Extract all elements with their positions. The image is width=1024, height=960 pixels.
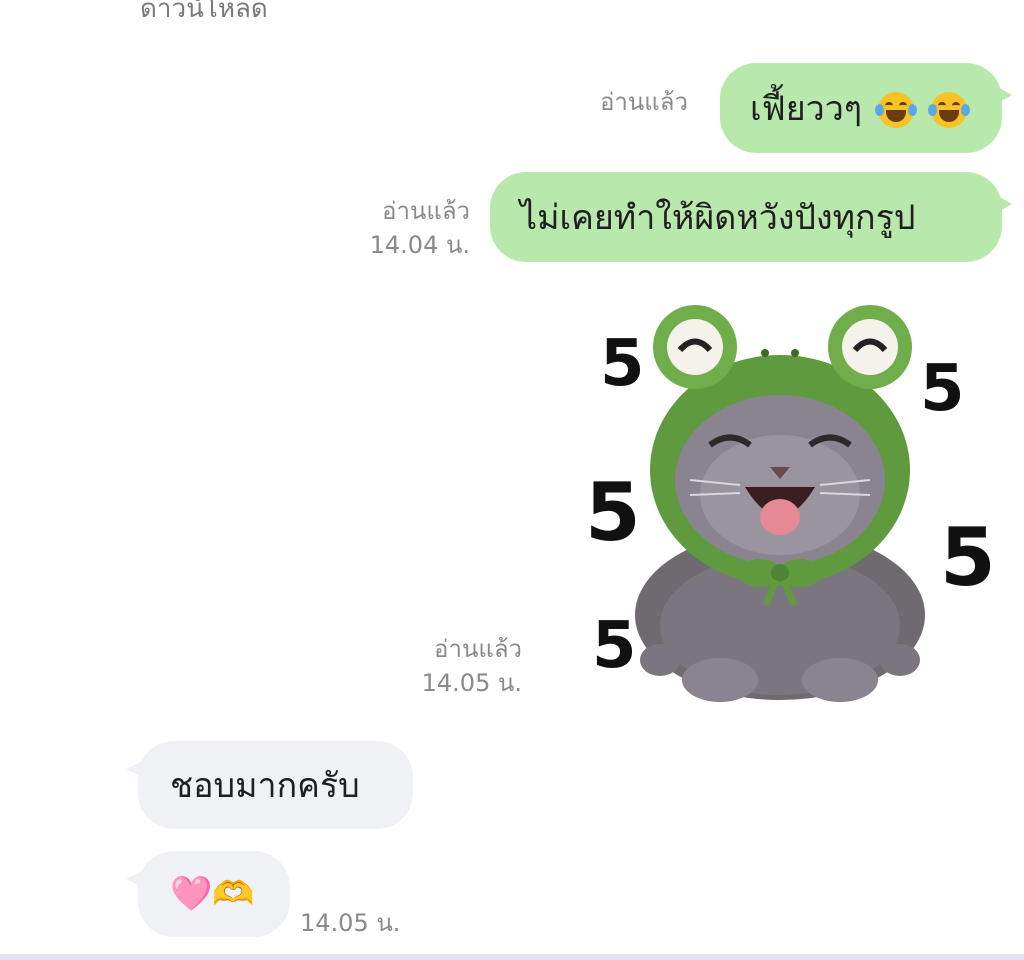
timestamp: 14.04 น. [369, 231, 470, 259]
sticker-number: 5 [940, 511, 996, 604]
message-text: เฟี้ยววๆ [750, 89, 863, 129]
sticker-number: 5 [585, 466, 641, 559]
sticker-number: 5 [600, 327, 645, 401]
outgoing-message-bubble[interactable]: เฟี้ยววๆ [720, 63, 1012, 153]
incoming-message-bubble[interactable]: ชอบมากครับ [126, 741, 413, 829]
outgoing-message-bubble[interactable]: ไม่เคยทำให้ผิดหวังปังทุกรูป [490, 172, 1012, 262]
sticker-image: 5 5 5 5 5 [585, 305, 996, 702]
cat-in-frog-hat-laughing-sticker[interactable]: 5 5 5 5 5 [580, 295, 1000, 715]
message-meta: อ่านแล้ว 14.04 น. [360, 194, 470, 262]
heart-hands-emoji-icon: 🩷🫶 [170, 874, 255, 914]
message-text: ไม่เคยทำให้ผิดหวังปังทุกรูป [520, 198, 916, 238]
laughing-crying-emoji-icon [927, 91, 970, 128]
timestamp: 14.05 น. [300, 909, 401, 937]
divider [0, 954, 1024, 960]
timestamp: 14.05 น. [421, 669, 522, 697]
laughing-crying-emoji-icon [875, 91, 918, 128]
laughing-crying-emoji-icon [872, 88, 970, 128]
read-receipt: อ่านแล้ว [600, 88, 688, 116]
message-text: ชอบมากครับ [170, 766, 360, 806]
previous-message-fragment: ดาวน์โหลด [140, 0, 268, 24]
read-receipt: อ่านแล้ว [382, 197, 470, 225]
sticker-number: 5 [592, 609, 637, 683]
read-receipt: อ่านแล้ว [434, 635, 522, 663]
sticker-number: 5 [920, 352, 965, 426]
message-meta: อ่านแล้ว 14.05 น. [410, 632, 522, 700]
incoming-message-bubble[interactable]: 🩷🫶 [126, 851, 290, 937]
